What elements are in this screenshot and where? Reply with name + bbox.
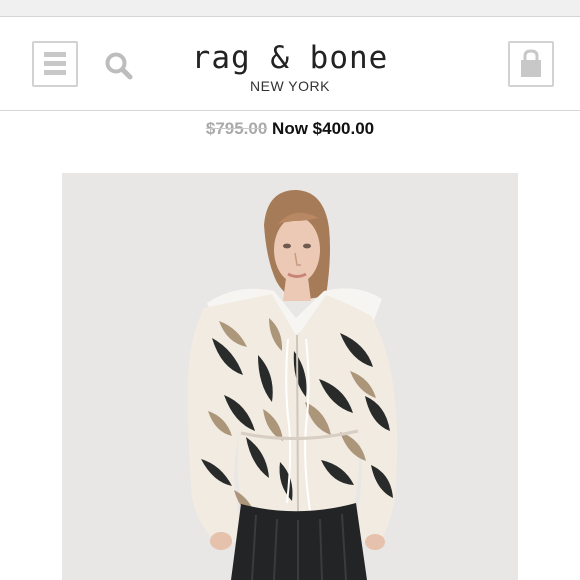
browser-top-strip bbox=[0, 0, 580, 17]
shopping-bag-button[interactable] bbox=[508, 41, 554, 87]
brand-location: NEW YORK bbox=[250, 78, 330, 94]
price-line: $795.00 Now $400.00 bbox=[0, 118, 580, 140]
sale-prefix: Now bbox=[272, 119, 308, 138]
sale-price: $400.00 bbox=[312, 119, 375, 138]
product-photo bbox=[62, 173, 518, 580]
site-header: rag & bone NEW YORK bbox=[0, 17, 580, 111]
shopping-bag-icon bbox=[521, 49, 541, 77]
search-icon[interactable] bbox=[104, 51, 134, 81]
menu-button[interactable] bbox=[32, 41, 78, 87]
original-price: $795.00 bbox=[205, 119, 268, 138]
product-image[interactable] bbox=[62, 173, 518, 580]
brand-logo[interactable]: rag & bone bbox=[180, 40, 400, 76]
